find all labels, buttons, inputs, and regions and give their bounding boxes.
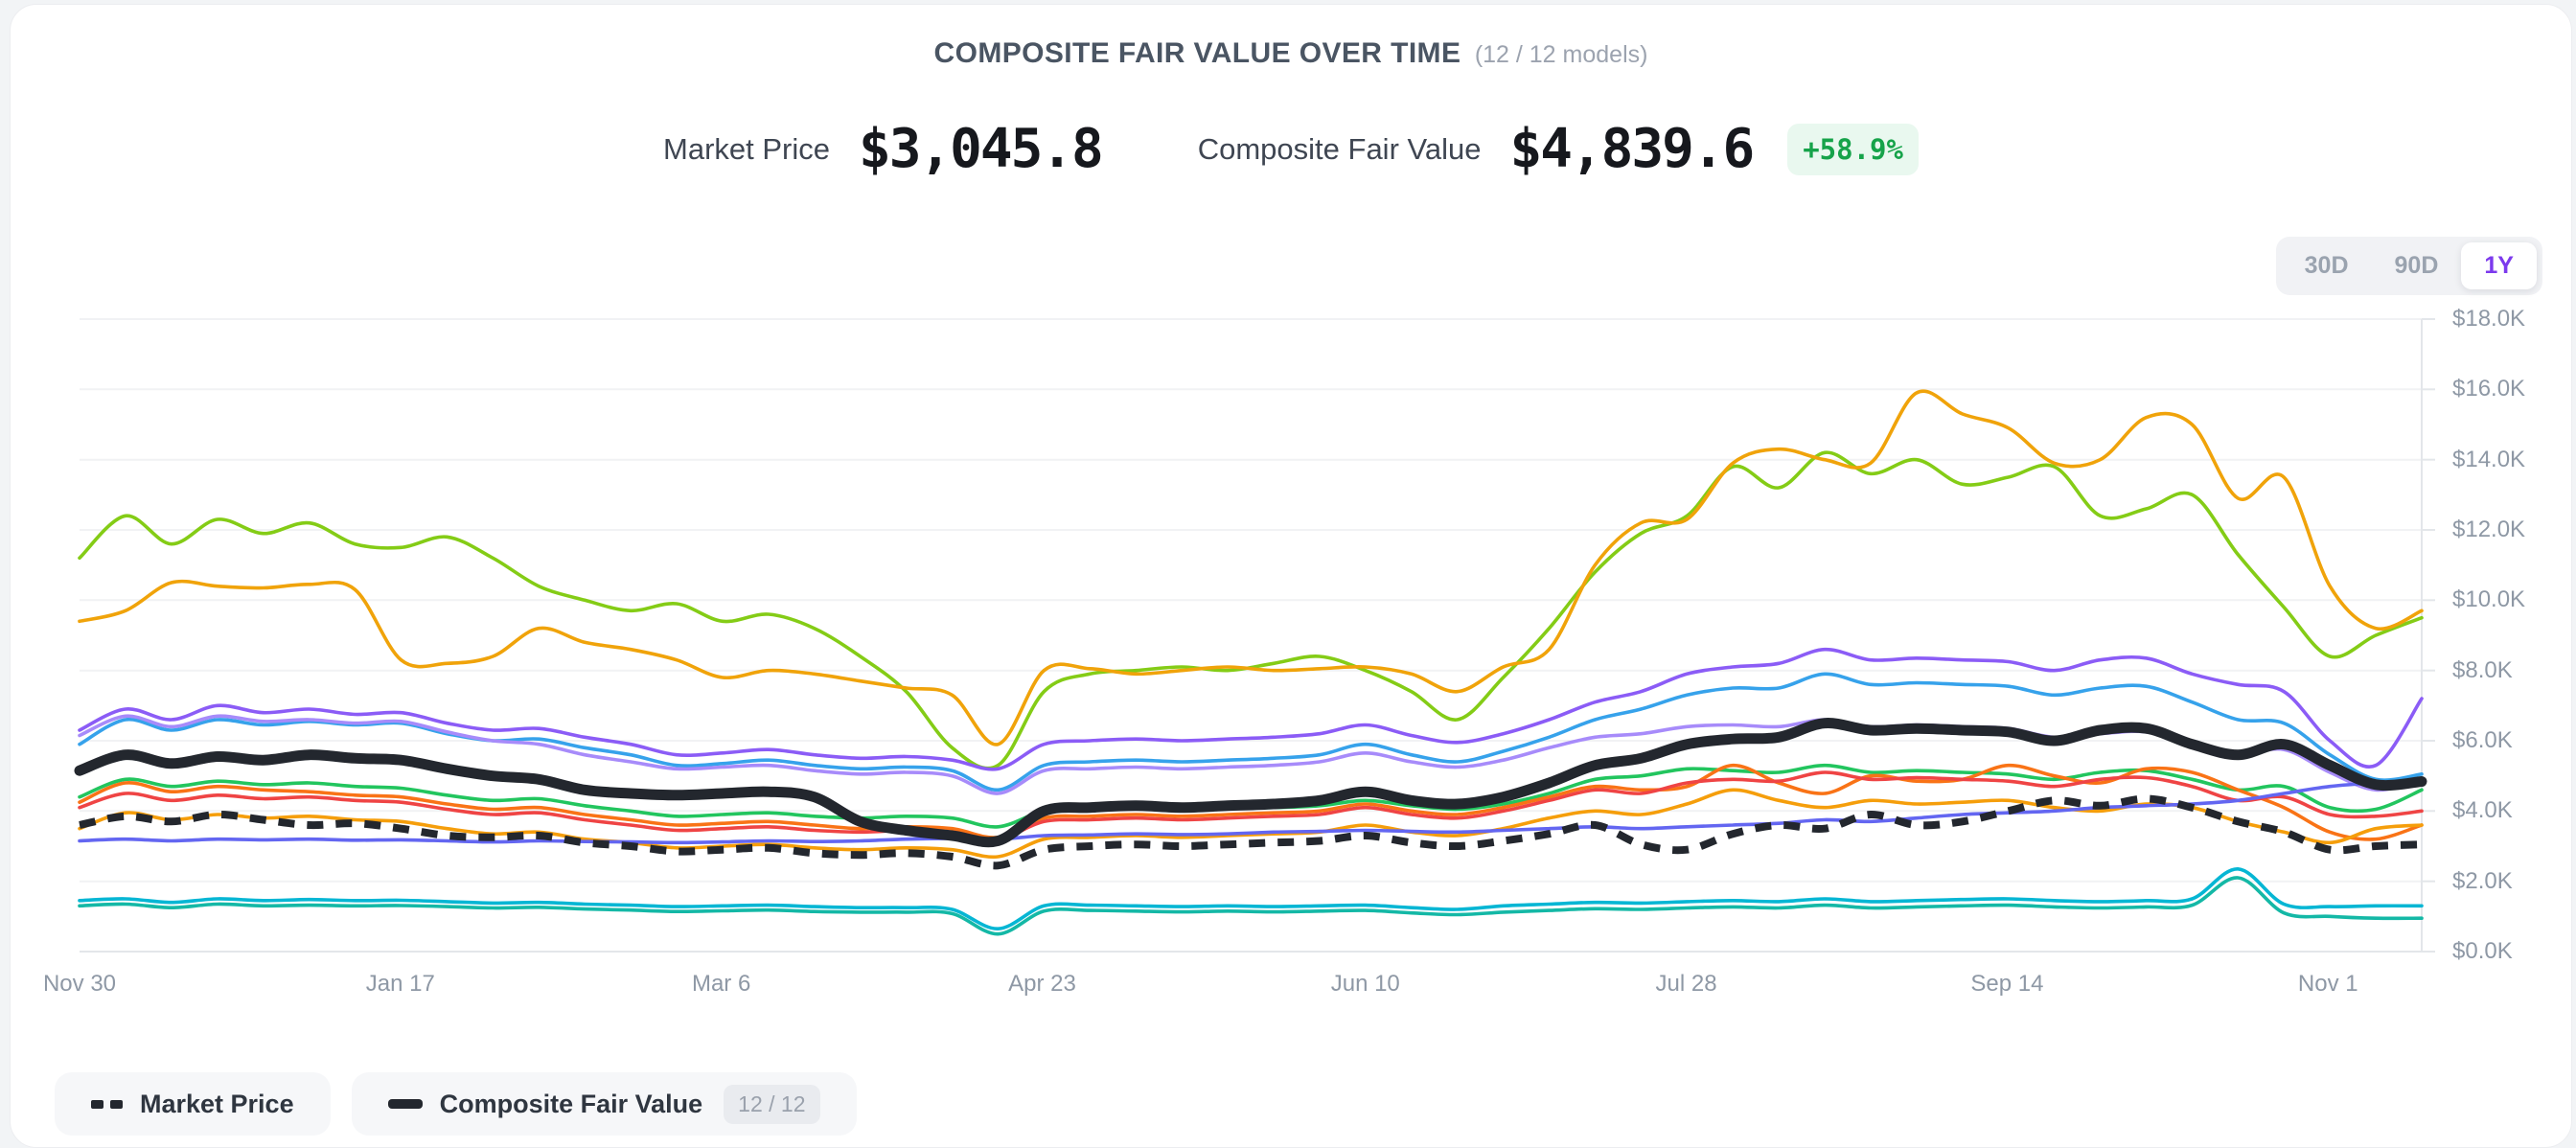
- legend-item-composite[interactable]: Composite Fair Value 12 / 12: [352, 1072, 857, 1136]
- y-axis-label: $4.0K: [2452, 797, 2567, 824]
- x-axis-label: Nov 1: [2298, 971, 2358, 998]
- series-model-amber: [80, 391, 2422, 745]
- y-axis-label: $12.0K: [2452, 517, 2567, 543]
- stats-row: Market Price $3,045.8 Composite Fair Val…: [11, 118, 2571, 180]
- legend-label: Composite Fair Value: [440, 1090, 703, 1119]
- market-price-label: Market Price: [663, 132, 830, 167]
- y-axis-label: $8.0K: [2452, 657, 2567, 684]
- header: COMPOSITE FAIR VALUE OVER TIME (12 / 12 …: [11, 37, 2571, 70]
- change-percent-badge: +58.9%: [1787, 124, 1919, 175]
- fair-value-label: Composite Fair Value: [1198, 132, 1482, 167]
- x-axis-label: Apr 23: [1008, 971, 1076, 998]
- range-option-1y[interactable]: 1Y: [2461, 242, 2537, 289]
- market-price-value: $3,045.8: [859, 118, 1102, 180]
- y-axis-label: $6.0K: [2452, 727, 2567, 754]
- page-title: COMPOSITE FAIR VALUE OVER TIME: [934, 37, 1461, 69]
- chart-canvas[interactable]: [80, 319, 2437, 952]
- range-option-30d[interactable]: 30D: [2282, 242, 2372, 289]
- x-axis-label: Jul 28: [1656, 971, 1717, 998]
- series-model-cyan: [80, 869, 2422, 929]
- chart-legend: Market Price Composite Fair Value 12 / 1…: [55, 1072, 857, 1136]
- legend-label: Market Price: [140, 1090, 294, 1119]
- y-axis-label: $16.0K: [2452, 376, 2567, 402]
- y-axis-label: $10.0K: [2452, 586, 2567, 613]
- x-axis-label: Sep 14: [1970, 971, 2043, 998]
- chart-card: COMPOSITE FAIR VALUE OVER TIME (12 / 12 …: [10, 4, 2572, 1148]
- legend-item-market-price[interactable]: Market Price: [55, 1072, 331, 1136]
- chart-plot-area[interactable]: [80, 319, 2437, 952]
- models-count-subtitle: (12 / 12 models): [1475, 41, 1648, 68]
- dashed-line-icon: [91, 1100, 123, 1109]
- range-option-90d[interactable]: 90D: [2372, 242, 2462, 289]
- series-model-sky: [80, 674, 2422, 790]
- y-axis-label: $0.0K: [2452, 938, 2567, 965]
- x-axis-label: Mar 6: [692, 971, 750, 998]
- series-model-lavender: [80, 716, 2422, 793]
- fair-value-value: $4,839.6: [1510, 118, 1754, 180]
- range-selector[interactable]: 30D90D1Y: [2276, 237, 2542, 295]
- y-axis-label: $2.0K: [2452, 868, 2567, 895]
- x-axis-label: Jun 10: [1331, 971, 1400, 998]
- x-axis-label: Jan 17: [366, 971, 435, 998]
- y-axis-label: $18.0K: [2452, 306, 2567, 333]
- solid-line-icon: [388, 1099, 423, 1109]
- models-count-badge: 12 / 12: [724, 1085, 819, 1124]
- x-axis-label: Nov 30: [43, 971, 116, 998]
- y-axis-label: $14.0K: [2452, 447, 2567, 473]
